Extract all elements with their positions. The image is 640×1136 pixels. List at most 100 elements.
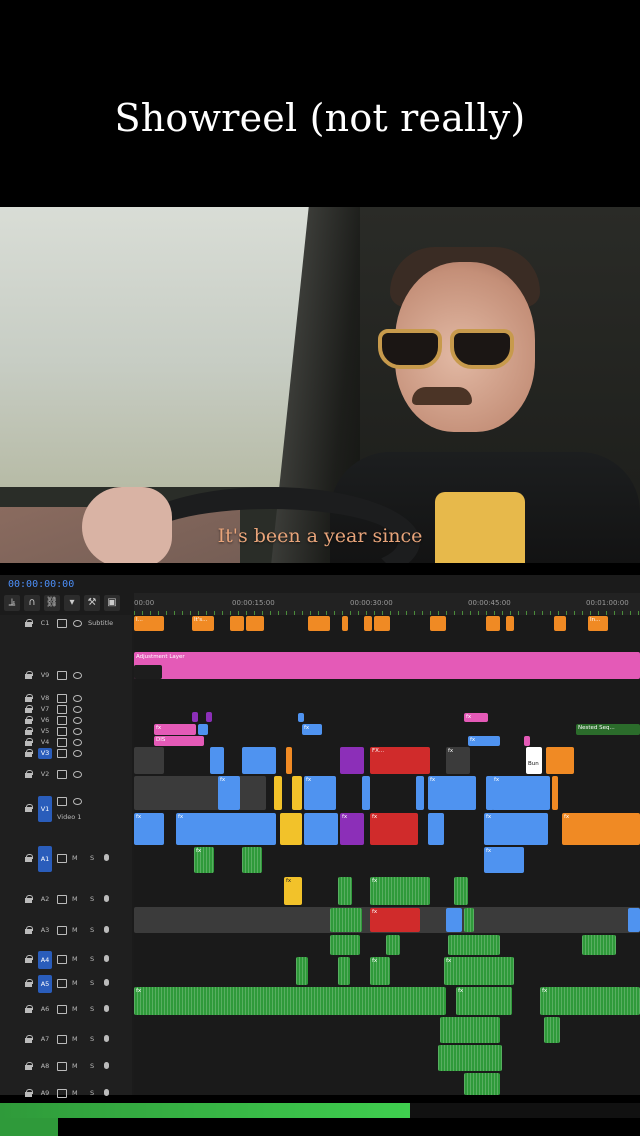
adjustment-layer-clip[interactable]: Adjustment Layer xyxy=(134,652,640,679)
audio-clip[interactable]: fx xyxy=(562,813,640,845)
film-icon[interactable] xyxy=(57,705,67,714)
audio-clip[interactable] xyxy=(440,1017,500,1043)
video-clip[interactable]: DIS xyxy=(154,736,204,746)
lock-icon[interactable] xyxy=(25,804,33,812)
video-clip[interactable]: fx xyxy=(302,724,322,735)
lock-icon[interactable] xyxy=(25,1035,33,1043)
lock-icon[interactable] xyxy=(25,738,33,746)
solo-button[interactable]: S xyxy=(90,979,94,987)
audio-clip[interactable] xyxy=(464,1073,500,1095)
wrench-icon[interactable]: ⚒ xyxy=(84,595,100,611)
video-clip[interactable] xyxy=(198,724,208,735)
track-name[interactable]: V3 xyxy=(38,748,52,759)
lock-icon[interactable] xyxy=(25,694,33,702)
eye-icon[interactable] xyxy=(73,695,82,702)
video-clip[interactable] xyxy=(524,736,530,746)
sync-icon[interactable] xyxy=(57,895,67,904)
video-clip[interactable] xyxy=(340,747,364,774)
eye-icon[interactable] xyxy=(73,717,82,724)
lock-icon[interactable] xyxy=(25,705,33,713)
audio-clip[interactable] xyxy=(280,813,302,845)
track-name[interactable]: V6 xyxy=(38,715,52,726)
film-icon[interactable] xyxy=(57,716,67,725)
film-icon[interactable] xyxy=(57,727,67,736)
track-name[interactable]: A2 xyxy=(38,894,52,905)
track-name[interactable]: A6 xyxy=(38,1004,52,1015)
lock-icon[interactable] xyxy=(25,671,33,679)
eye-icon[interactable] xyxy=(73,750,82,757)
playhead-timecode[interactable]: 00:00:00:00 xyxy=(8,579,74,590)
video-clip[interactable] xyxy=(362,776,370,810)
nest-sequence-icon[interactable]: ⫡ xyxy=(4,595,20,611)
scrub-thumb[interactable] xyxy=(0,1118,58,1136)
audio-clip[interactable] xyxy=(304,813,338,845)
solo-button[interactable]: S xyxy=(90,1089,94,1097)
audio-clip[interactable]: fx xyxy=(194,847,214,873)
lock-icon[interactable] xyxy=(25,895,33,903)
track-name[interactable]: A5 xyxy=(38,975,52,993)
mic-icon[interactable] xyxy=(104,1089,109,1096)
track-name[interactable]: V7 xyxy=(38,704,52,715)
video-clip[interactable]: fx xyxy=(304,776,336,810)
sync-icon[interactable] xyxy=(57,1089,67,1098)
video-clip[interactable] xyxy=(134,747,164,774)
mute-button[interactable]: M xyxy=(72,1005,78,1013)
linked-selection-icon[interactable]: ⛓ xyxy=(44,595,60,611)
nested-sequence-clip[interactable]: Nested Seq... xyxy=(576,724,640,735)
sync-icon[interactable] xyxy=(57,1062,67,1071)
track-name[interactable]: V9 xyxy=(38,670,52,681)
mic-icon[interactable] xyxy=(104,895,109,902)
audio-clip[interactable] xyxy=(544,1017,560,1043)
video-clip[interactable] xyxy=(274,776,282,810)
playback-progress-bar[interactable] xyxy=(0,1103,640,1118)
audio-clip[interactable]: fx xyxy=(340,813,364,845)
audio-clip[interactable] xyxy=(330,908,362,932)
audio-clip[interactable] xyxy=(454,877,468,905)
lock-icon[interactable] xyxy=(25,716,33,724)
video-clip[interactable] xyxy=(192,712,198,722)
track-name[interactable]: A9 xyxy=(38,1088,52,1099)
mute-button[interactable]: M xyxy=(72,979,78,987)
audio-clip[interactable] xyxy=(464,908,474,932)
film-icon[interactable] xyxy=(57,671,67,680)
lock-icon[interactable] xyxy=(25,619,33,627)
audio-clip[interactable] xyxy=(296,957,308,985)
eye-icon[interactable] xyxy=(73,798,82,805)
mic-icon[interactable] xyxy=(104,1035,109,1042)
audio-clip[interactable] xyxy=(330,935,360,955)
solo-button[interactable]: S xyxy=(90,895,94,903)
lock-icon[interactable] xyxy=(25,1062,33,1070)
lock-icon[interactable] xyxy=(25,727,33,735)
video-clip[interactable]: fx xyxy=(218,776,240,810)
caption-clip[interactable]: It's... xyxy=(192,616,214,631)
lock-icon[interactable] xyxy=(25,1089,33,1097)
video-clip[interactable]: FX... xyxy=(370,747,430,774)
audio-clip[interactable]: fx xyxy=(484,847,524,873)
caption-clip[interactable]: In... xyxy=(588,616,608,631)
caption-clip[interactable] xyxy=(342,616,348,631)
video-clip[interactable] xyxy=(210,747,224,774)
mute-button[interactable]: M xyxy=(72,1062,78,1070)
audio-clip[interactable] xyxy=(438,1045,502,1071)
lock-icon[interactable] xyxy=(25,749,33,757)
lock-icon[interactable] xyxy=(25,979,33,987)
eye-icon[interactable] xyxy=(73,771,82,778)
solo-button[interactable]: S xyxy=(90,1005,94,1013)
mute-button[interactable]: M xyxy=(72,955,78,963)
sync-icon[interactable] xyxy=(57,979,67,988)
caption-clip[interactable] xyxy=(230,616,244,631)
mic-icon[interactable] xyxy=(104,854,109,861)
video-clip[interactable]: fx xyxy=(446,747,470,774)
video-clip[interactable]: fx xyxy=(492,776,550,810)
caption-clip[interactable] xyxy=(430,616,446,631)
time-ruler[interactable]: 00:00 00:00:15:00 00:00:30:00 00:00:45:0… xyxy=(134,593,640,616)
film-icon[interactable] xyxy=(57,770,67,779)
track-name[interactable]: V8 xyxy=(38,693,52,704)
mute-button[interactable]: M xyxy=(72,895,78,903)
track-name[interactable]: C1 xyxy=(38,618,52,629)
track-name[interactable]: V1 xyxy=(38,796,52,822)
audio-clip[interactable] xyxy=(386,935,400,955)
audio-clip[interactable] xyxy=(428,813,444,845)
track-name[interactable]: A8 xyxy=(38,1061,52,1072)
snap-magnet-icon[interactable]: ∩ xyxy=(24,595,40,611)
